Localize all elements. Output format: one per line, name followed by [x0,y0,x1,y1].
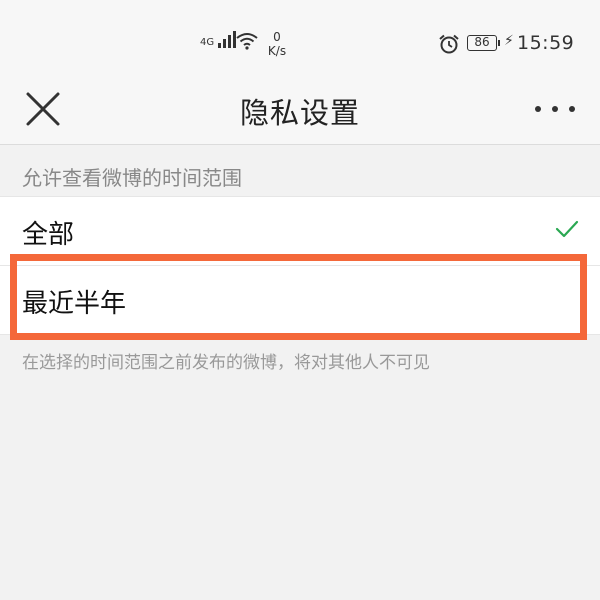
wifi-icon [236,33,258,50]
alarm-icon [439,34,459,54]
option-all[interactable]: 全部 [0,196,600,266]
cellular-signal-icon: 4G [200,30,237,48]
option-recent-half-year[interactable]: 最近半年 [0,266,600,335]
network-speed-value: 0 [273,30,281,44]
charging-icon: ⚡ [504,33,514,49]
navigation-bar: 隐私设置 [0,74,600,145]
footnote-text: 在选择的时间范围之前发布的微博，将对其他人不可见 [22,353,430,373]
page-title: 隐私设置 [239,96,360,130]
section-header: 允许查看微博的时间范围 [22,166,242,190]
option-label: 最近半年 [22,289,127,319]
more-icon[interactable] [530,98,580,120]
status-time: 15:59 [517,32,575,54]
network-speed: 0 K/s [262,30,292,58]
battery-icon: 86 [467,35,500,51]
network-speed-unit: K/s [267,44,287,58]
battery-level: 86 [474,35,490,49]
checkmark-icon [555,220,579,238]
network-type: 4G [200,37,215,48]
option-label: 全部 [22,220,75,250]
